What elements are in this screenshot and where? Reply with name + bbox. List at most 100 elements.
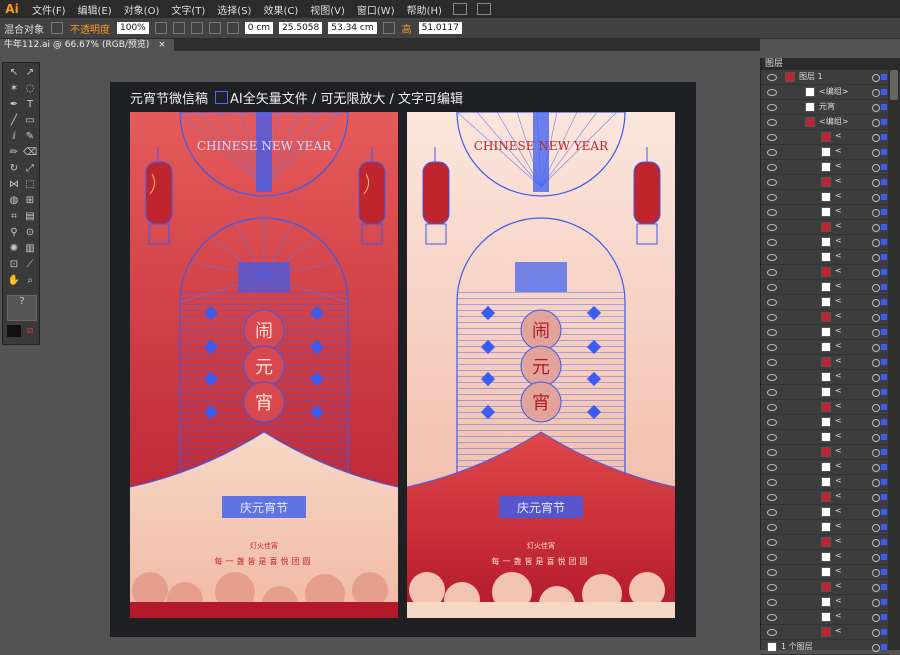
layer-row[interactable]: < bbox=[761, 265, 889, 280]
layer-row[interactable]: < bbox=[761, 505, 889, 520]
selection-indicator[interactable] bbox=[881, 224, 887, 230]
visibility-eye-icon[interactable] bbox=[767, 404, 777, 411]
target-icon[interactable] bbox=[872, 599, 880, 607]
fill-stroke-swatch[interactable]: ? bbox=[7, 295, 37, 321]
selection-indicator[interactable] bbox=[881, 554, 887, 560]
layer-row[interactable]: < bbox=[761, 580, 889, 595]
layer-row[interactable]: < bbox=[761, 595, 889, 610]
transform-icon[interactable] bbox=[190, 22, 203, 34]
selection-indicator[interactable] bbox=[881, 644, 887, 650]
target-icon[interactable] bbox=[872, 359, 880, 367]
selection-indicator[interactable] bbox=[881, 89, 887, 95]
paintbrush-tool-icon[interactable]: ⅈ bbox=[7, 131, 21, 143]
layer-row[interactable]: < bbox=[761, 445, 889, 460]
menu-file[interactable]: 文件(F) bbox=[26, 2, 72, 17]
layer-row[interactable]: < bbox=[761, 130, 889, 145]
selection-indicator[interactable] bbox=[881, 524, 887, 530]
target-icon[interactable] bbox=[872, 209, 880, 217]
pencil-tool-icon[interactable]: ✎ bbox=[23, 131, 37, 143]
none-swatch-icon[interactable]: ⧄ bbox=[23, 325, 37, 337]
visibility-eye-icon[interactable] bbox=[767, 194, 777, 201]
selection-indicator[interactable] bbox=[881, 269, 887, 275]
layer-row[interactable]: < bbox=[761, 520, 889, 535]
selection-indicator[interactable] bbox=[881, 404, 887, 410]
line-tool-icon[interactable]: ╱ bbox=[7, 115, 21, 127]
align-icon[interactable] bbox=[172, 22, 185, 34]
target-icon[interactable] bbox=[872, 464, 880, 472]
visibility-eye-icon[interactable] bbox=[767, 239, 777, 246]
visibility-eye-icon[interactable] bbox=[767, 599, 777, 606]
visibility-eye-icon[interactable] bbox=[767, 569, 777, 576]
selection-indicator[interactable] bbox=[881, 179, 887, 185]
target-icon[interactable] bbox=[872, 119, 880, 127]
color-mode-icon[interactable] bbox=[7, 325, 21, 337]
layer-row[interactable]: < bbox=[761, 475, 889, 490]
visibility-eye-icon[interactable] bbox=[767, 284, 777, 291]
selection-indicator[interactable] bbox=[881, 449, 887, 455]
selection-indicator[interactable] bbox=[881, 329, 887, 335]
layer-row[interactable]: < bbox=[761, 370, 889, 385]
target-icon[interactable] bbox=[872, 404, 880, 412]
visibility-eye-icon[interactable] bbox=[767, 104, 777, 111]
visibility-eye-icon[interactable] bbox=[767, 389, 777, 396]
lasso-tool-icon[interactable]: ◌ bbox=[23, 83, 37, 95]
layer-row[interactable]: < bbox=[761, 460, 889, 475]
layer-row[interactable]: < bbox=[761, 280, 889, 295]
menu-select[interactable]: 选择(S) bbox=[211, 2, 257, 17]
layer-row[interactable]: < bbox=[761, 160, 889, 175]
visibility-eye-icon[interactable] bbox=[767, 539, 777, 546]
selection-indicator[interactable] bbox=[881, 314, 887, 320]
layer-row[interactable]: < bbox=[761, 235, 889, 250]
selection-indicator[interactable] bbox=[881, 569, 887, 575]
layer-row[interactable]: < bbox=[761, 175, 889, 190]
layer-row[interactable]: 图层 1 bbox=[761, 70, 889, 85]
selection-indicator[interactable] bbox=[881, 134, 887, 140]
target-icon[interactable] bbox=[872, 344, 880, 352]
visibility-eye-icon[interactable] bbox=[767, 149, 777, 156]
target-icon[interactable] bbox=[872, 509, 880, 517]
layers-scrollbar[interactable] bbox=[888, 70, 900, 650]
visibility-eye-icon[interactable] bbox=[767, 314, 777, 321]
layer-row[interactable]: < bbox=[761, 415, 889, 430]
layer-row[interactable]: < bbox=[761, 430, 889, 445]
arrange-documents-icon[interactable] bbox=[476, 3, 491, 15]
layer-row[interactable]: < bbox=[761, 250, 889, 265]
target-icon[interactable] bbox=[872, 554, 880, 562]
visibility-eye-icon[interactable] bbox=[767, 509, 777, 516]
visibility-eye-icon[interactable] bbox=[767, 554, 777, 561]
selection-indicator[interactable] bbox=[881, 434, 887, 440]
selection-indicator[interactable] bbox=[881, 74, 887, 80]
w-field[interactable]: 25.5058 bbox=[279, 22, 323, 34]
magic-wand-tool-icon[interactable]: ✶ bbox=[7, 83, 21, 95]
visibility-eye-icon[interactable] bbox=[767, 464, 777, 471]
blob-brush-tool-icon[interactable]: ✏ bbox=[7, 147, 21, 159]
selection-indicator[interactable] bbox=[881, 584, 887, 590]
visibility-eye-icon[interactable] bbox=[767, 134, 777, 141]
visibility-eye-icon[interactable] bbox=[767, 449, 777, 456]
target-icon[interactable] bbox=[872, 239, 880, 247]
target-icon[interactable] bbox=[872, 224, 880, 232]
hand-tool-icon[interactable]: ✋ bbox=[7, 275, 21, 287]
selection-indicator[interactable] bbox=[881, 239, 887, 245]
visibility-eye-icon[interactable] bbox=[767, 434, 777, 441]
y-field[interactable]: 51.0117 bbox=[418, 22, 462, 34]
artboard-peach[interactable]: CHINESE NEW YEAR 闹 元 宵 庆元宵节 灯火佳宵 每一盏皆是喜悦… bbox=[407, 112, 675, 618]
selection-indicator[interactable] bbox=[881, 299, 887, 305]
menu-type[interactable]: 文字(T) bbox=[165, 2, 211, 17]
visibility-eye-icon[interactable] bbox=[767, 524, 777, 531]
target-icon[interactable] bbox=[872, 419, 880, 427]
selection-tool-icon[interactable]: ↖ bbox=[7, 67, 21, 79]
target-icon[interactable] bbox=[872, 269, 880, 277]
link-proportions-icon[interactable] bbox=[382, 22, 395, 34]
visibility-eye-icon[interactable] bbox=[767, 629, 777, 636]
visibility-eye-icon[interactable] bbox=[767, 494, 777, 501]
symbol-sprayer-tool-icon[interactable]: ✺ bbox=[7, 243, 21, 255]
target-icon[interactable] bbox=[872, 614, 880, 622]
layer-row[interactable]: < bbox=[761, 295, 889, 310]
layer-row[interactable]: <编组> bbox=[761, 115, 889, 130]
blend-tool-icon[interactable]: ⊙ bbox=[23, 227, 37, 239]
stroke-icon[interactable] bbox=[51, 22, 63, 34]
selection-indicator[interactable] bbox=[881, 359, 887, 365]
target-icon[interactable] bbox=[872, 164, 880, 172]
target-icon[interactable] bbox=[872, 479, 880, 487]
